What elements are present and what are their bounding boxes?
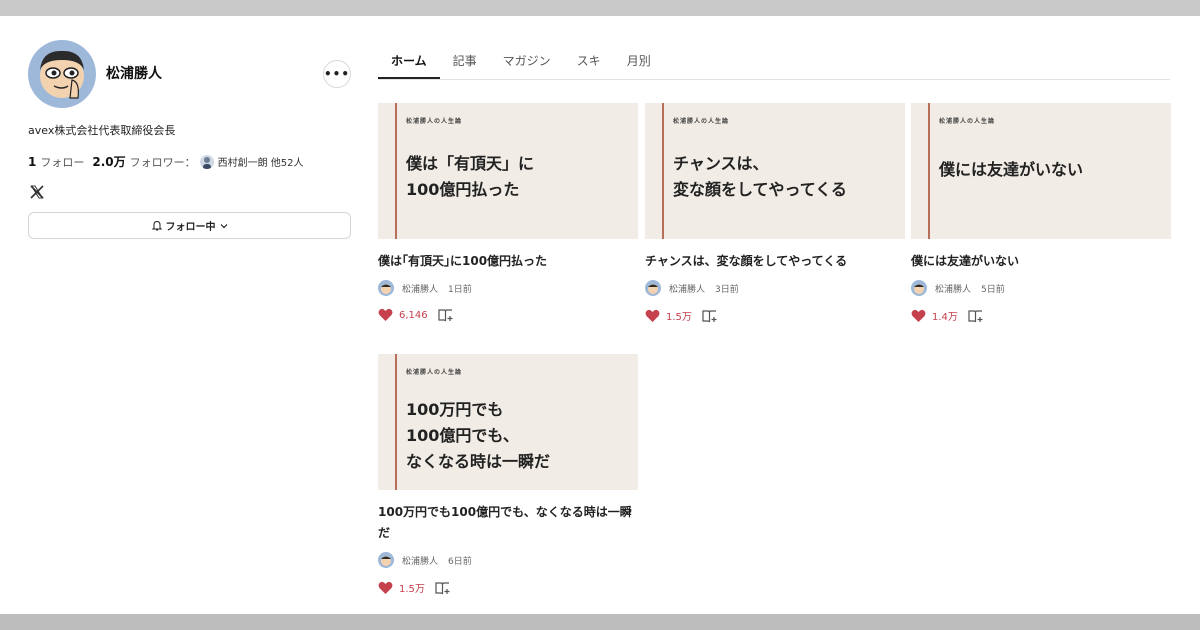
article-title[interactable]: 100万円でも100億円でも、なくなる時は一瞬だ	[378, 502, 638, 544]
thumbnail-series: 松浦勝人の人生論	[406, 118, 463, 125]
x-icon[interactable]	[29, 184, 45, 200]
bell-icon	[151, 220, 162, 231]
followers-label[interactable]: フォロワー：	[130, 154, 196, 170]
author-name[interactable]: 松浦勝人	[402, 282, 438, 295]
author-avatar[interactable]	[378, 552, 394, 568]
follow-stats: 1 フォロー 2.0万 フォロワー： 西村創一朗 他52人	[28, 153, 304, 170]
like-count[interactable]: 1.4万	[932, 308, 958, 323]
following-label[interactable]: フォロー	[40, 154, 84, 170]
author-name[interactable]: 松浦勝人	[669, 282, 705, 295]
article-card[interactable]: 松浦勝人の人生論 僕は「有頂天」に 100億円払った 僕は｢有頂天｣に100億円…	[378, 103, 638, 322]
heart-icon[interactable]	[645, 309, 660, 323]
article-date: 1日前	[448, 284, 472, 295]
article-title[interactable]: チャンスは、変な顔をしてやってくる	[645, 251, 905, 272]
article-date: 5日前	[981, 284, 1005, 295]
article-thumbnail[interactable]: 松浦勝人の人生論 僕には友達がいない	[911, 103, 1171, 239]
profile-name[interactable]: 松浦勝人	[106, 63, 162, 83]
article-card[interactable]: 松浦勝人の人生論 僕には友達がいない 僕には友達がいない 松浦勝人 5日前 1.…	[911, 103, 1171, 323]
thumbnail-title: 僕は「有頂天」に 100億円払った	[406, 154, 535, 199]
tab-home[interactable]: ホーム	[378, 46, 440, 79]
article-thumbnail[interactable]: 松浦勝人の人生論 100万円でも 100億円でも、 なくなる時は一瞬だ	[378, 354, 638, 490]
more-icon: •••	[324, 67, 351, 81]
followers-count[interactable]: 2.0万	[92, 153, 125, 170]
profile-bio: avex株式会社代表取締役会長	[28, 124, 176, 137]
chevron-down-icon	[220, 223, 227, 228]
article-reactions: 1.4万	[911, 308, 1171, 323]
like-count[interactable]: 1.5万	[666, 308, 692, 323]
tab-monthly[interactable]: 月別	[614, 46, 664, 79]
following-count[interactable]: 1	[28, 155, 36, 169]
like-count[interactable]: 6,146	[399, 310, 428, 321]
follower-avatar	[199, 154, 214, 169]
author-name[interactable]: 松浦勝人	[402, 554, 438, 567]
article-thumbnail[interactable]: 松浦勝人の人生論 チャンスは、 変な顔をしてやってくる	[645, 103, 905, 239]
article-card[interactable]: 松浦勝人の人生論 100万円でも 100億円でも、 なくなる時は一瞬だ 100万…	[378, 354, 638, 595]
add-to-magazine-icon[interactable]	[968, 309, 984, 323]
article-title[interactable]: 僕には友達がいない	[911, 251, 1171, 272]
article-card[interactable]: 松浦勝人の人生論 チャンスは、 変な顔をしてやってくる チャンスは、変な顔をして…	[645, 103, 905, 323]
thumbnail-series: 松浦勝人の人生論	[406, 369, 463, 376]
article-meta: 松浦勝人 5日前	[911, 280, 1171, 296]
thumbnail-title: チャンスは、 変な顔をしてやってくる	[673, 154, 847, 199]
author-avatar[interactable]	[645, 280, 661, 296]
tab-likes[interactable]: スキ	[564, 46, 614, 79]
tab-articles[interactable]: 記事	[440, 46, 490, 79]
article-reactions: 6,146	[378, 308, 638, 322]
article-reactions: 1.5万	[378, 580, 638, 595]
add-to-magazine-icon[interactable]	[702, 309, 718, 323]
article-reactions: 1.5万	[645, 308, 905, 323]
profile-avatar[interactable]	[28, 40, 96, 108]
author-name[interactable]: 松浦勝人	[935, 282, 971, 295]
tab-magazines[interactable]: マガジン	[490, 46, 564, 79]
thumbnail-accent-bar	[395, 103, 397, 239]
more-options-button[interactable]: •••	[323, 60, 351, 88]
page: 松浦勝人 ••• avex株式会社代表取締役会長 1 フォロー 2.0万 フォロ…	[0, 16, 1200, 614]
bottom-strip	[0, 614, 1200, 630]
article-date: 6日前	[448, 556, 472, 567]
thumbnail-series: 松浦勝人の人生論	[673, 118, 730, 125]
heart-icon[interactable]	[378, 308, 393, 322]
profile-tabs: ホーム 記事 マガジン スキ 月別	[378, 46, 1170, 80]
followed-by-names[interactable]: 西村創一朗 他52人	[218, 154, 304, 169]
add-to-magazine-icon[interactable]	[435, 581, 451, 595]
thumbnail-title: 100万円でも 100億円でも、 なくなる時は一瞬だ	[406, 400, 551, 471]
like-count[interactable]: 1.5万	[399, 580, 425, 595]
following-button-label: フォロー中	[165, 222, 216, 233]
article-meta: 松浦勝人 1日前	[378, 280, 638, 296]
thumbnail-accent-bar	[928, 103, 930, 239]
heart-icon[interactable]	[378, 581, 393, 595]
thumbnail-accent-bar	[395, 354, 397, 490]
add-to-magazine-icon[interactable]	[438, 308, 454, 322]
thumbnail-title: 僕には友達がいない	[939, 160, 1084, 179]
author-avatar[interactable]	[378, 280, 394, 296]
thumbnail-accent-bar	[662, 103, 664, 239]
author-avatar[interactable]	[911, 280, 927, 296]
article-thumbnail[interactable]: 松浦勝人の人生論 僕は「有頂天」に 100億円払った	[378, 103, 638, 239]
thumbnail-series: 松浦勝人の人生論	[939, 118, 996, 125]
article-title[interactable]: 僕は｢有頂天｣に100億円払った	[378, 251, 638, 272]
article-meta: 松浦勝人 6日前	[378, 552, 638, 568]
following-button[interactable]: フォロー中	[28, 212, 351, 239]
heart-icon[interactable]	[911, 309, 926, 323]
article-date: 3日前	[715, 284, 739, 295]
article-meta: 松浦勝人 3日前	[645, 280, 905, 296]
